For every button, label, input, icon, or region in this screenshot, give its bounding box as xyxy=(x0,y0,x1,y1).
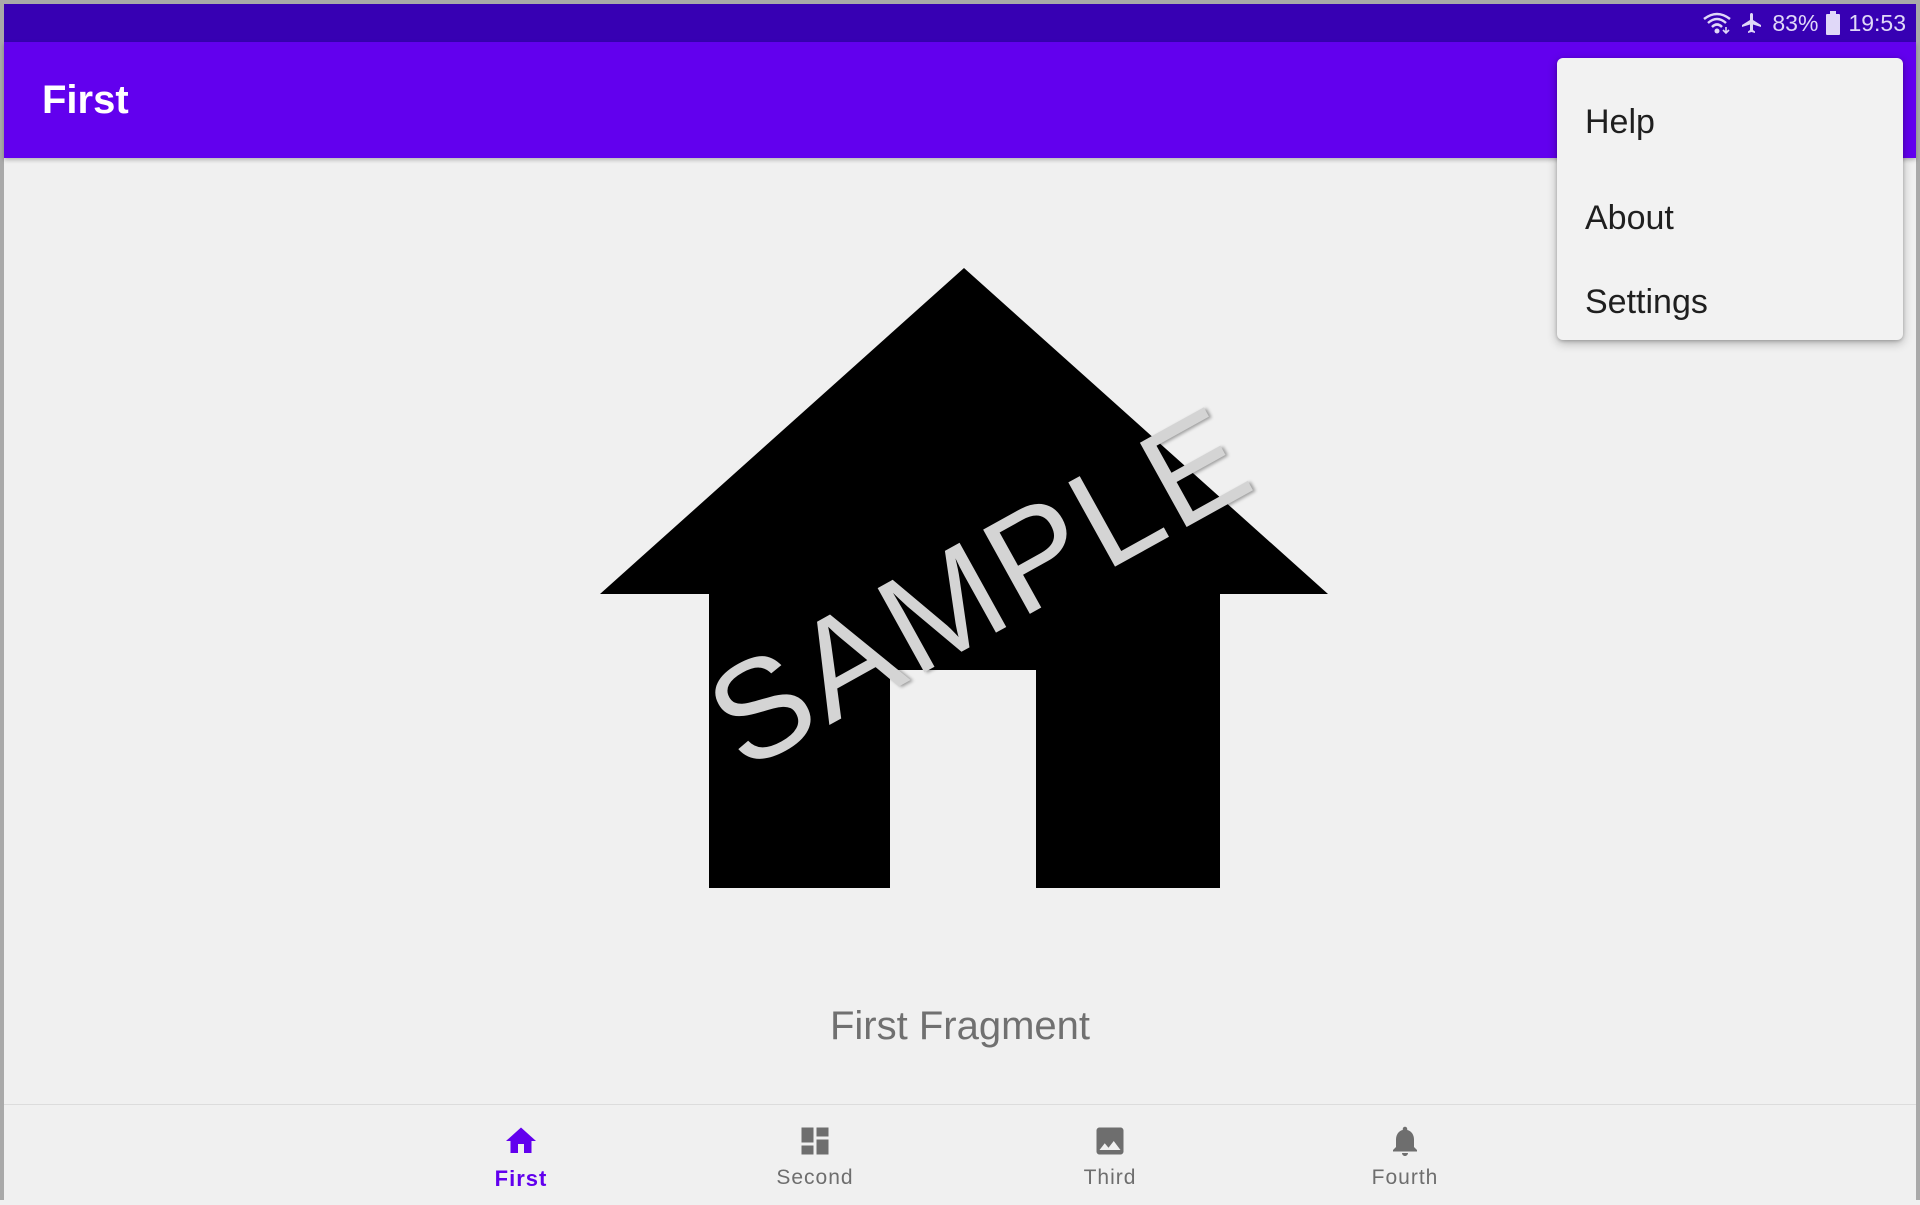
bell-icon xyxy=(1393,1126,1417,1156)
nav-label-fourth: Fourth xyxy=(1371,1166,1439,1189)
nav-label-second: Second xyxy=(776,1166,854,1189)
nav-item-third[interactable]: Third xyxy=(1020,1105,1200,1201)
nav-item-second[interactable]: Second xyxy=(725,1105,905,1201)
menu-item-about[interactable]: About xyxy=(1557,176,1903,260)
nav-item-first[interactable]: First xyxy=(431,1105,611,1201)
overflow-menu: Help About Settings xyxy=(1557,58,1903,340)
status-time: 19:53 xyxy=(1848,9,1906,36)
menu-item-settings[interactable]: Settings xyxy=(1557,260,1903,344)
airplane-icon xyxy=(1740,11,1764,35)
fragment-label: First Fragment xyxy=(829,1004,1091,1048)
bottom-navigation: First Second Third Fourth xyxy=(4,1104,1916,1205)
dashboard-icon xyxy=(801,1127,829,1155)
battery-percent: 83% xyxy=(1772,9,1819,36)
battery-icon xyxy=(1826,11,1841,35)
wifi-icon xyxy=(1702,11,1732,35)
nav-item-fourth[interactable]: Fourth xyxy=(1315,1105,1495,1201)
page-title: First xyxy=(42,78,129,122)
home-icon xyxy=(506,1127,536,1153)
menu-item-help[interactable]: Help xyxy=(1557,58,1903,176)
nav-label-first: First xyxy=(494,1166,548,1191)
device-frame: 83% 19:53 First SAMPLE First Fragment Fi… xyxy=(0,0,1920,1205)
image-icon xyxy=(1096,1127,1124,1155)
status-bar: 83% 19:53 xyxy=(4,4,1916,42)
nav-label-third: Third xyxy=(1083,1166,1137,1189)
